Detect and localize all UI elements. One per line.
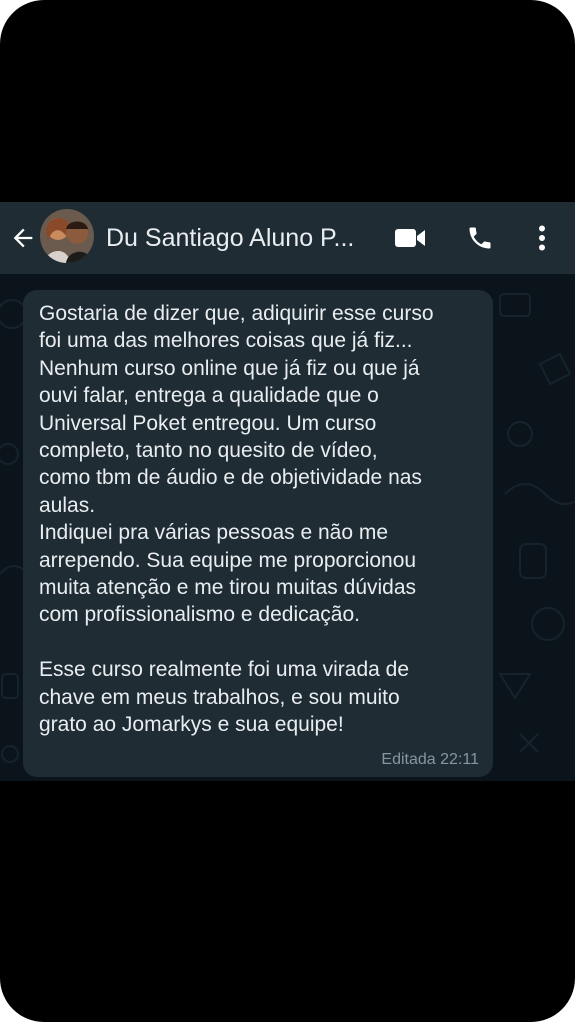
message-time: 22:11 [440, 751, 479, 768]
contact-avatar[interactable] [40, 209, 94, 263]
phone-icon [469, 227, 491, 249]
chat-header: Du Santiago Aluno P... [0, 202, 575, 274]
video-camera-icon [395, 229, 425, 247]
back-button[interactable] [8, 221, 38, 255]
voice-call-button[interactable] [462, 222, 498, 254]
contact-name[interactable]: Du Santiago Aluno P... [106, 220, 376, 256]
arrow-left-icon [13, 228, 33, 248]
edited-label: Editada [381, 751, 436, 768]
chat-area[interactable]: Gostaria de dizer que, adiquirir esse cu… [0, 274, 575, 781]
phone-frame: Du Santiago Aluno P... Gostaria de dizer… [0, 0, 575, 1022]
message-meta: Editada 22:11 [381, 751, 479, 769]
more-options-button[interactable] [524, 222, 560, 254]
message-text: Gostaria de dizer que, adiquirir esse cu… [39, 302, 434, 737]
more-vertical-icon [539, 225, 545, 251]
avatar-photo [40, 209, 94, 263]
message-bubble[interactable]: Gostaria de dizer que, adiquirir esse cu… [23, 290, 493, 777]
video-call-button[interactable] [392, 222, 428, 254]
